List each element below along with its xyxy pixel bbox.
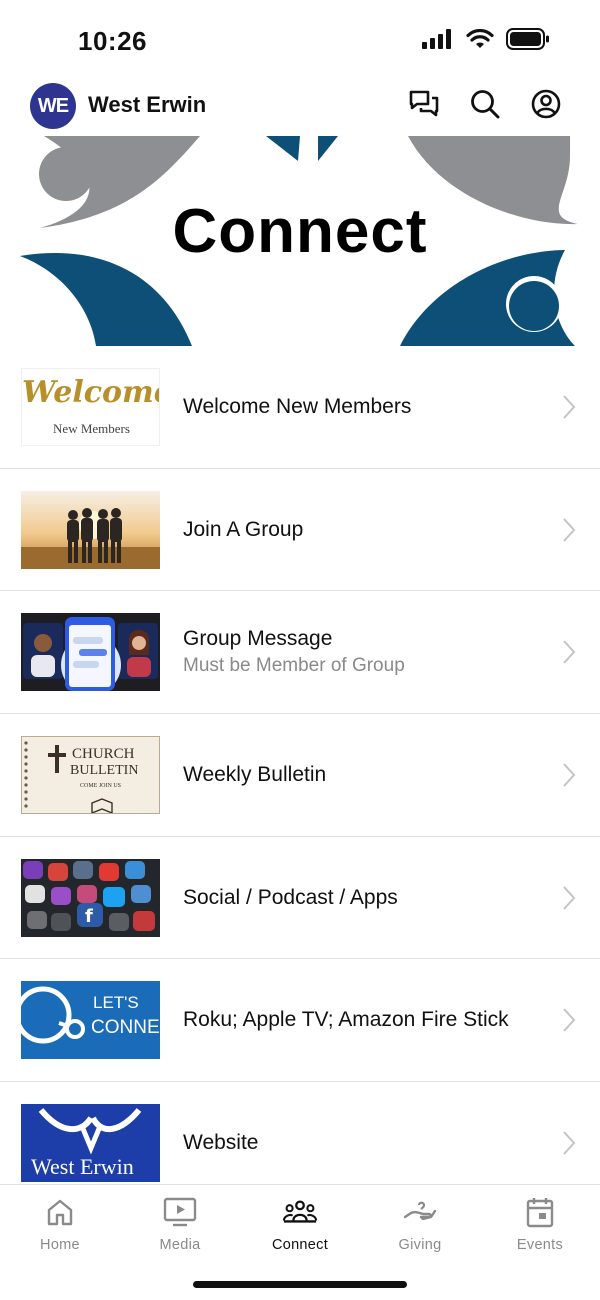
chevron-right-icon [563,640,576,664]
connect-list: Welcome New Members Welcome New Members [0,346,600,1184]
tab-label: Connect [271,1237,329,1253]
tab-connect[interactable]: Connect [240,1195,360,1259]
tab-label: Giving [398,1237,442,1253]
list-item-title: Welcome New Members [183,394,412,418]
cellular-signal-icon [422,29,451,49]
list-item-welcome-new-members[interactable]: Welcome New Members Welcome New Members [0,346,600,469]
chevron-right-icon [563,763,576,787]
media-icon [163,1195,197,1229]
wifi-icon [466,28,494,48]
list-item-website[interactable]: West Erwin Website [0,1082,600,1184]
battery-icon [506,28,549,50]
welcome-thumb-caption: New Members [53,421,130,436]
lets-connect-line2: CONNECT [91,1017,160,1039]
tab-label: Home [40,1237,80,1253]
tab-label: Media [159,1237,201,1253]
app-header: WE West Erwin [0,80,600,136]
chevron-right-icon [563,517,576,542]
list-item-weekly-bulletin[interactable]: CHURCH BULLETIN COME JOIN US Weekly Bull… [0,714,600,837]
tab-giving[interactable]: Giving [360,1195,480,1259]
svg-text:f: f [85,906,93,927]
welcome-thumbnail: Welcome New Members [21,368,160,446]
website-thumbnail: West Erwin [21,1104,160,1183]
profile-icon[interactable] [530,88,562,120]
bulletin-thumb-line1: CHURCH [72,746,135,763]
list-item-title: Weekly Bulletin [183,762,327,786]
group-message-thumbnail [21,613,160,692]
tab-events[interactable]: Events [480,1195,600,1259]
hero-title: Connect [172,197,428,266]
status-time: 10:26 [78,26,147,56]
hero-banner: Connect [0,136,600,346]
list-item-title: Website [183,1130,259,1154]
status-icons [422,28,550,50]
lets-connect-thumbnail: LET'S CONNECT [21,981,160,1060]
giving-icon [403,1195,437,1229]
events-icon [523,1195,557,1229]
list-item-title: Group Message [183,627,333,651]
list-item-title: Join A Group [183,517,304,541]
app-logo[interactable]: WE [30,83,76,129]
bulletin-thumb-line3: COME JOIN US [80,783,122,790]
chevron-right-icon [563,1008,576,1032]
list-item-title: Social / Podcast / Apps [183,885,398,909]
list-item-roku-apple-tv-fire-stick[interactable]: LET'S CONNECT Roku; Apple TV; Amazon Fir… [0,959,600,1083]
chat-icon[interactable] [408,88,440,120]
bulletin-thumb-line2: BULLETIN [70,763,139,779]
list-item-social-podcast-apps[interactable]: f Social / Podcast / Apps [0,837,600,960]
tab-media[interactable]: Media [120,1195,240,1259]
welcome-thumb-script: Welcome [22,375,160,410]
social-apps-thumbnail: f [21,858,160,937]
app-title: West Erwin [88,92,207,117]
bulletin-thumbnail: CHURCH BULLETIN COME JOIN US [21,736,160,815]
list-item-group-message[interactable]: Group Message Must be Member of Group [0,591,600,715]
connect-icon [283,1195,317,1229]
group-photo-thumbnail [21,490,160,569]
list-item-title: Roku; Apple TV; Amazon Fire Stick [183,1008,509,1032]
chevron-right-icon [563,885,576,910]
search-icon[interactable] [469,88,501,120]
home-icon [43,1195,77,1229]
website-thumb-text: West Erwin [31,1154,134,1180]
lets-connect-line1: LET'S [93,993,139,1013]
tab-home[interactable]: Home [0,1195,120,1259]
home-indicator[interactable] [193,1281,407,1288]
chevron-right-icon [563,1131,576,1155]
list-item-join-a-group[interactable]: Join A Group [0,469,600,592]
chevron-right-icon [563,395,576,419]
status-bar: 10:26 [0,0,600,80]
tab-label: Events [516,1237,564,1253]
list-item-subtitle: Must be Member of Group [183,655,405,677]
